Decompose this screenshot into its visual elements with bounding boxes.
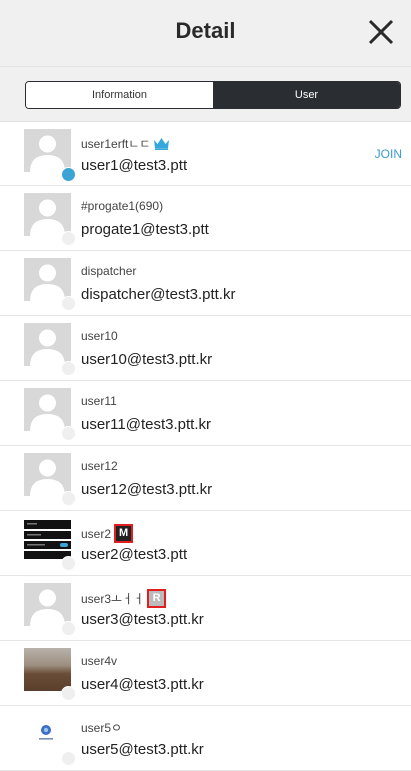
user-nickname: user1erftㄴㄷ bbox=[81, 135, 170, 152]
logo-avatar-icon bbox=[24, 713, 71, 756]
role-badge-r: R bbox=[147, 589, 167, 608]
avatar bbox=[24, 453, 76, 506]
page-title: Detail bbox=[175, 18, 236, 43]
user-email: dispatcher@test3.ptt.kr bbox=[81, 286, 236, 303]
default-avatar-icon bbox=[24, 129, 71, 172]
user-email: user1@test3.ptt bbox=[81, 157, 188, 174]
nickname-text: #progate1(690) bbox=[81, 199, 164, 213]
avatar bbox=[24, 388, 76, 441]
default-avatar-icon bbox=[24, 583, 71, 626]
status-online-dot bbox=[61, 167, 76, 182]
list-item[interactable]: user12 user12@test3.ptt.kr bbox=[0, 446, 411, 511]
list-item[interactable]: user1erftㄴㄷ user1@test3.ptt JOIN bbox=[0, 122, 411, 186]
status-offline-dot bbox=[61, 751, 76, 766]
status-offline-dot bbox=[61, 426, 76, 441]
avatar bbox=[24, 129, 76, 182]
user-email: user3@test3.ptt.kr bbox=[81, 611, 204, 628]
user-nickname: user11 bbox=[81, 394, 117, 408]
user-nickname: dispatcher bbox=[81, 264, 136, 278]
avatar bbox=[24, 193, 76, 246]
list-item[interactable]: user11 user11@test3.ptt.kr bbox=[0, 381, 411, 446]
nickname-text: dispatcher bbox=[81, 264, 137, 278]
nickname-text: user11 bbox=[81, 394, 117, 408]
list-item[interactable]: user2 M user2@test3.ptt bbox=[0, 511, 411, 576]
nickname-text: user12 bbox=[81, 459, 118, 473]
app-screenshot-avatar-icon bbox=[24, 518, 71, 561]
status-offline-dot bbox=[61, 621, 76, 636]
nickname-text: user2 bbox=[81, 526, 112, 541]
user-nickname: user10 bbox=[81, 329, 118, 343]
default-avatar-icon bbox=[24, 453, 71, 496]
avatar bbox=[24, 648, 76, 701]
list-item[interactable]: user3ㅗㅓㅓ R user3@test3.ptt.kr bbox=[0, 576, 411, 641]
close-icon[interactable] bbox=[365, 16, 397, 48]
default-avatar-icon bbox=[24, 388, 71, 431]
avatar bbox=[24, 583, 76, 636]
list-item[interactable]: user5ㅇ user5@test3.ptt.kr bbox=[0, 706, 411, 771]
default-avatar-icon bbox=[24, 258, 71, 301]
nickname-text: user10 bbox=[81, 329, 118, 343]
user-list: user1erftㄴㄷ user1@test3.ptt JOIN #progat… bbox=[0, 122, 411, 771]
header-bar: Detail bbox=[0, 0, 411, 67]
tab-bar: Information User bbox=[0, 67, 411, 122]
status-offline-dot bbox=[61, 686, 76, 701]
status-offline-dot bbox=[61, 231, 76, 246]
list-item[interactable]: user10 user10@test3.ptt.kr bbox=[0, 316, 411, 381]
user-nickname: user4v bbox=[81, 654, 117, 668]
list-item[interactable]: dispatcher dispatcher@test3.ptt.kr bbox=[0, 251, 411, 316]
list-item[interactable]: #progate1(690) progate1@test3.ptt bbox=[0, 186, 411, 251]
nickname-text: user4v bbox=[81, 654, 118, 668]
tab-user[interactable]: User bbox=[213, 82, 400, 108]
user-nickname: user12 bbox=[81, 459, 118, 473]
user-nickname: user2 M bbox=[81, 524, 134, 543]
user-nickname: user5ㅇ bbox=[81, 719, 122, 736]
nickname-text: user1erftㄴㄷ bbox=[81, 137, 151, 151]
status-offline-dot bbox=[61, 491, 76, 506]
user-nickname: user3ㅗㅓㅓ R bbox=[81, 589, 167, 608]
avatar bbox=[24, 713, 76, 766]
user-email: progate1@test3.ptt bbox=[81, 221, 209, 238]
tab-information[interactable]: Information bbox=[26, 82, 213, 108]
role-badge-m: M bbox=[114, 524, 134, 543]
join-button[interactable]: JOIN bbox=[375, 147, 402, 161]
segmented-tabs: Information User bbox=[25, 81, 401, 109]
user-email: user10@test3.ptt.kr bbox=[81, 351, 213, 368]
list-item[interactable]: user4v user4@test3.ptt.kr bbox=[0, 641, 411, 706]
default-avatar-icon bbox=[24, 323, 71, 366]
status-offline-dot bbox=[61, 296, 76, 311]
default-avatar-icon bbox=[24, 193, 71, 236]
status-offline-dot bbox=[61, 556, 76, 571]
user-email: user5@test3.ptt.kr bbox=[81, 741, 204, 758]
avatar bbox=[24, 258, 76, 311]
user-email: user11@test3.ptt.kr bbox=[81, 416, 212, 433]
nickname-text: user3ㅗㅓㅓ bbox=[81, 592, 145, 606]
user-email: user12@test3.ptt.kr bbox=[81, 481, 213, 498]
user-email: user4@test3.ptt.kr bbox=[81, 676, 204, 693]
avatar bbox=[24, 518, 76, 571]
user-email: user2@test3.ptt bbox=[81, 546, 188, 563]
photo-avatar-image bbox=[24, 648, 71, 691]
status-offline-dot bbox=[61, 361, 76, 376]
user-nickname: #progate1(690) bbox=[81, 199, 163, 213]
nickname-text: user5ㅇ bbox=[81, 721, 123, 735]
avatar bbox=[24, 323, 76, 376]
crown-icon bbox=[154, 138, 170, 150]
